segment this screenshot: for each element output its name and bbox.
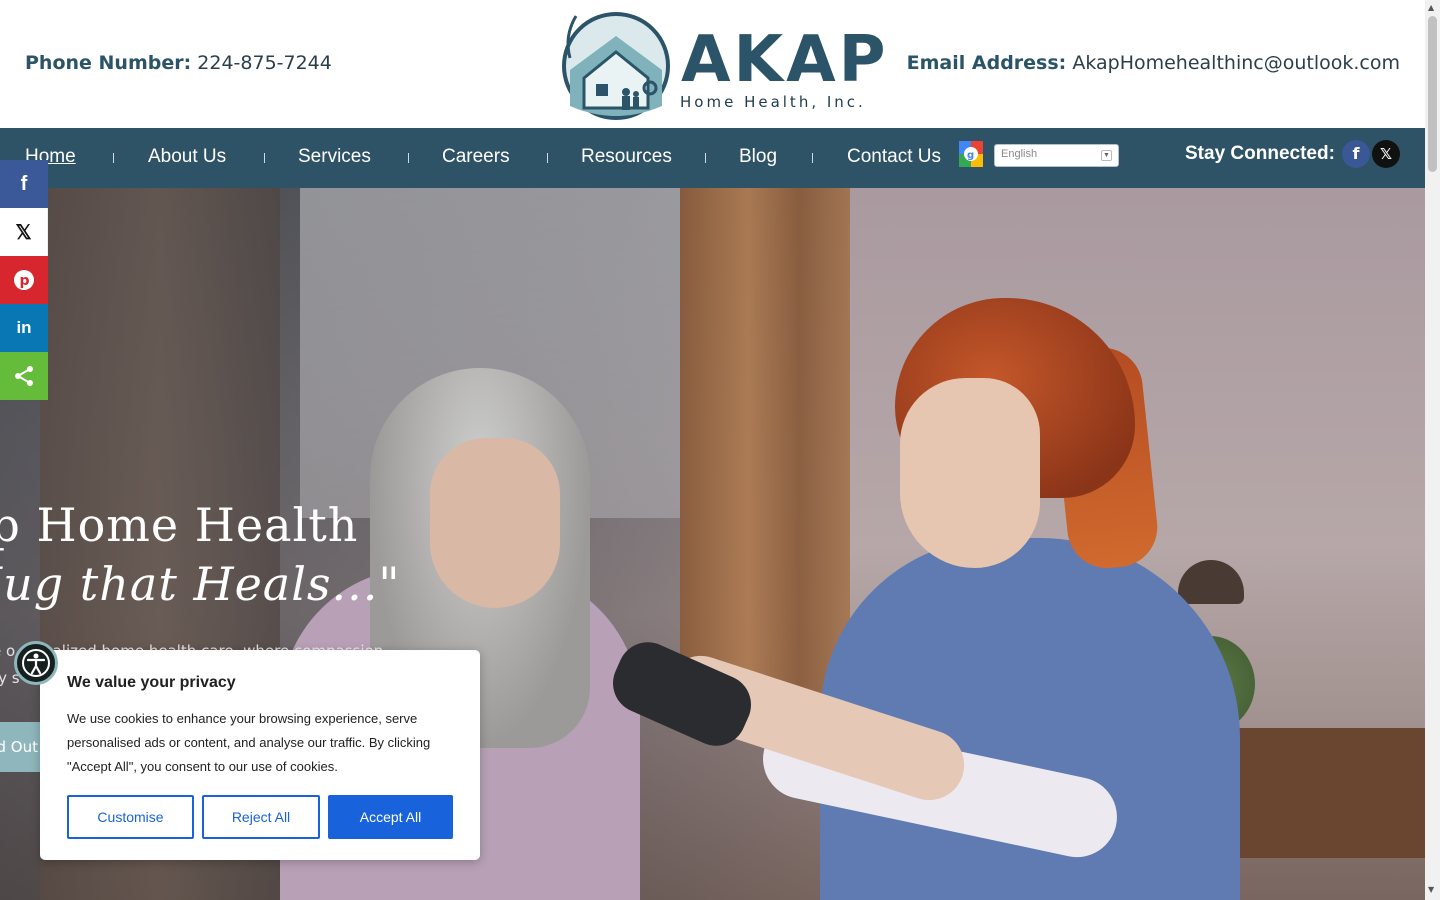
email-value[interactable]: AkapHomehealthinc@outlook.com [1072,52,1400,74]
email-label: Email Address: [906,52,1067,74]
nav-resources[interactable]: Resources [581,146,672,168]
hero-cta-button[interactable]: d Out [0,722,42,772]
phone-value[interactable]: 224-875-7244 [197,52,332,74]
share-linkedin-icon[interactable]: in [0,304,48,352]
phone-number[interactable]: Phone Number: 224-875-7244 [25,52,332,74]
cookie-body: We use cookies to enhance your browsing … [67,711,431,774]
nav-separator [113,153,114,163]
phone-label: Phone Number: [25,52,192,74]
hero-photo-curtain [680,188,850,708]
share-x-icon[interactable]: 𝕏 [0,208,48,256]
svg-text:p: p [20,273,30,289]
nav-services[interactable]: Services [298,146,371,168]
hero-photo-patient-face [430,438,560,608]
nav-about-us[interactable]: About Us [148,146,226,168]
facebook-icon[interactable]: f [1342,140,1370,168]
nav-contact-us[interactable]: Contact Us [847,146,941,168]
hero-title: ap Home Health Hug that Heals..." [0,496,401,614]
customise-button[interactable]: Customise [67,795,194,839]
logo-emblem-icon [562,12,670,120]
reject-all-button[interactable]: Reject All [202,795,320,839]
cookie-title: We value your privacy [67,674,236,691]
page-scrollbar[interactable]: ▲ ▼ [1425,0,1440,900]
x-icon[interactable]: 𝕏 [1372,140,1400,168]
share-facebook-icon[interactable]: f [0,160,48,208]
scroll-up-icon[interactable]: ▲ [1428,3,1434,12]
nav-blog[interactable]: Blog [739,146,777,168]
stay-connected-label: Stay Connected: [1185,143,1335,164]
akap-logo[interactable]: AKAP Home Health, Inc. [556,6,886,124]
accessibility-icon[interactable] [14,641,58,685]
hero-photo-nurse-face [900,378,1040,568]
svg-text:g: g [967,150,974,161]
nav-separator [408,153,409,163]
cookie-consent-dialog: We value your privacy We use cookies to … [40,650,480,860]
nav-separator [547,153,548,163]
logo-wordmark: AKAP [681,23,889,97]
scrollbar-thumb[interactable] [1428,16,1437,172]
email-address[interactable]: Email Address: AkapHomehealthinc@outlook… [907,52,1400,74]
google-translate-icon[interactable]: g [959,141,983,167]
scroll-down-icon[interactable]: ▼ [1428,885,1434,894]
language-selected: English [1001,148,1038,160]
share-icon[interactable] [0,352,48,400]
language-select[interactable]: English ▼ [994,144,1119,167]
hero-title-line: Hug that Heals..." [0,557,401,611]
share-pinterest-icon[interactable]: p [0,256,48,304]
nav-separator [264,153,265,163]
logo-subtitle: Home Health, Inc. [680,93,866,111]
nav-separator [705,153,706,163]
top-header: Phone Number: 224-875-7244 AKAP Home Hea… [0,0,1425,128]
nav-separator [812,153,813,163]
hero-title-line: ap Home Health [0,498,359,552]
nav-careers[interactable]: Careers [442,146,510,168]
chevron-down-icon: ▼ [1101,150,1112,161]
accept-all-button[interactable]: Accept All [328,795,453,839]
